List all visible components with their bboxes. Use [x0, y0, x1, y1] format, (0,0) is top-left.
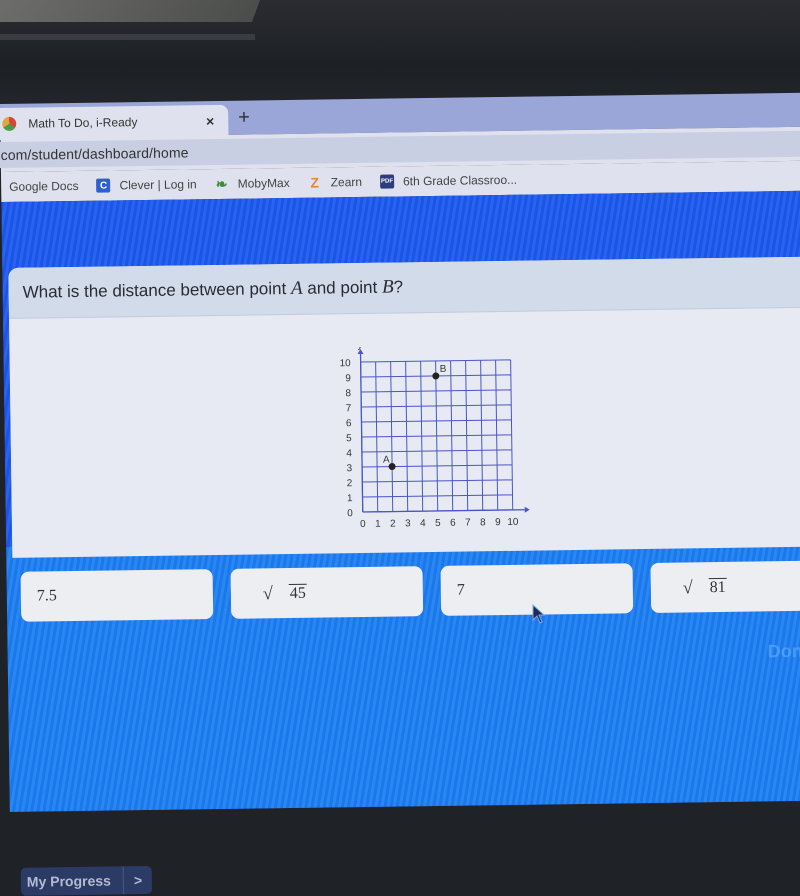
- bezel-glare: [0, 0, 261, 22]
- y-tick-label: 9: [345, 373, 351, 384]
- x-axis-arrow-icon: [524, 506, 530, 513]
- y-tick-label: 6: [346, 418, 352, 429]
- y-axis: [359, 353, 364, 512]
- point-a-label: A: [383, 455, 390, 466]
- x-tick-label: 3: [405, 518, 411, 529]
- y-tick-label: 8: [345, 388, 351, 399]
- x-axis: [362, 509, 525, 513]
- y-tick-label: 2: [347, 478, 353, 489]
- bookmark-label: Clever | Log in: [119, 177, 197, 193]
- bookmark-zearn[interactable]: Z Zearn: [308, 174, 363, 191]
- bookmark-label: Zearn: [330, 174, 363, 190]
- radical-icon: √: [262, 582, 273, 603]
- y-axis-label: y: [357, 345, 362, 351]
- x-tick-label: 2: [390, 519, 396, 530]
- bookmark-label: Google Docs: [9, 178, 79, 194]
- clever-icon: C: [96, 178, 111, 193]
- y-tick-label: 1: [347, 493, 353, 504]
- new-tab-button[interactable]: +: [238, 107, 250, 130]
- pdf-icon: PDF: [379, 174, 395, 189]
- bookmark-label: 6th Grade Classroo...: [402, 172, 518, 189]
- point-b: [432, 372, 440, 380]
- radical-icon: √: [682, 576, 693, 598]
- point-b-label: B: [381, 276, 394, 298]
- graph-svg: xy012345678910012345678910AB: [339, 340, 536, 530]
- choice-2-sqrt: √ 45: [247, 583, 307, 603]
- choice-4[interactable]: √ 81: [650, 560, 800, 613]
- x-tick-label: 8: [480, 517, 486, 528]
- question-text: What is the distance between point A and…: [22, 276, 403, 303]
- coordinate-graph: xy012345678910012345678910AB: [327, 340, 536, 543]
- y-tick-label: 7: [346, 403, 352, 414]
- bookmark-clever[interactable]: C Clever | Log in: [96, 177, 197, 193]
- x-tick-label: 10: [507, 517, 519, 528]
- close-tab-icon[interactable]: ×: [206, 113, 214, 129]
- url-text: com/student/dashboard/home: [0, 144, 189, 163]
- x-tick-label: 4: [420, 518, 426, 529]
- x-tick-label: 0: [360, 519, 366, 530]
- choice-2[interactable]: √ 45: [230, 566, 424, 619]
- question-suffix: ?: [393, 277, 404, 297]
- x-tick-label: 6: [450, 518, 456, 529]
- x-tick-label: 1: [375, 519, 381, 530]
- question-middle: and point: [302, 277, 383, 298]
- bookmark-label: MobyMax: [237, 175, 290, 191]
- screen: Math To Do, i-Ready × + com/student/dash…: [0, 92, 800, 896]
- answer-choices: 7.5 √ 45 7 √ 81: [20, 560, 800, 625]
- x-tick-label: 7: [465, 517, 471, 528]
- y-tick-label: 0: [347, 508, 353, 519]
- mobymax-icon: ❧: [215, 175, 228, 192]
- y-tick-label: 10: [339, 358, 351, 369]
- bezel-reflection: [0, 34, 255, 40]
- done-button[interactable]: Don: [768, 641, 800, 662]
- my-progress-button[interactable]: My Progress >: [20, 865, 153, 896]
- my-progress-label: My Progress: [20, 866, 125, 896]
- y-tick-label: 4: [346, 448, 352, 459]
- x-tick-label: 5: [435, 518, 441, 529]
- choice-1-value: 7.5: [36, 587, 57, 605]
- iready-favicon-icon: [2, 116, 17, 131]
- tab-title: Math To Do, i-Ready: [28, 115, 138, 131]
- y-tick-label: 3: [346, 463, 352, 474]
- x-tick-label: 9: [495, 517, 501, 528]
- bookmark-google-docs[interactable]: Google Docs: [9, 179, 79, 194]
- chevron-right-icon: >: [133, 872, 143, 889]
- bookmark-mobymax[interactable]: ❧ MobyMax: [215, 175, 290, 192]
- point-a-label: A: [290, 277, 303, 299]
- question-prefix: What is the distance between point: [22, 278, 292, 302]
- question-header: What is the distance between point A and…: [8, 256, 800, 319]
- bookmark-6th-grade-classroom[interactable]: PDF 6th Grade Classroo...: [379, 172, 518, 189]
- y-tick-label: 5: [346, 433, 352, 444]
- choice-4-value: 81: [708, 577, 727, 597]
- mouse-cursor-icon: [532, 604, 546, 624]
- question-panel: What is the distance between point A and…: [8, 256, 800, 558]
- choice-4-sqrt: √ 81: [667, 577, 727, 597]
- iready-app: What is the distance between point A and…: [1, 190, 800, 896]
- choice-1[interactable]: 7.5: [20, 569, 214, 622]
- choice-3-value: 7: [456, 581, 465, 599]
- point-b-label: B: [440, 364, 447, 375]
- choice-2-value: 45: [288, 583, 307, 603]
- zearn-icon: Z: [310, 174, 320, 191]
